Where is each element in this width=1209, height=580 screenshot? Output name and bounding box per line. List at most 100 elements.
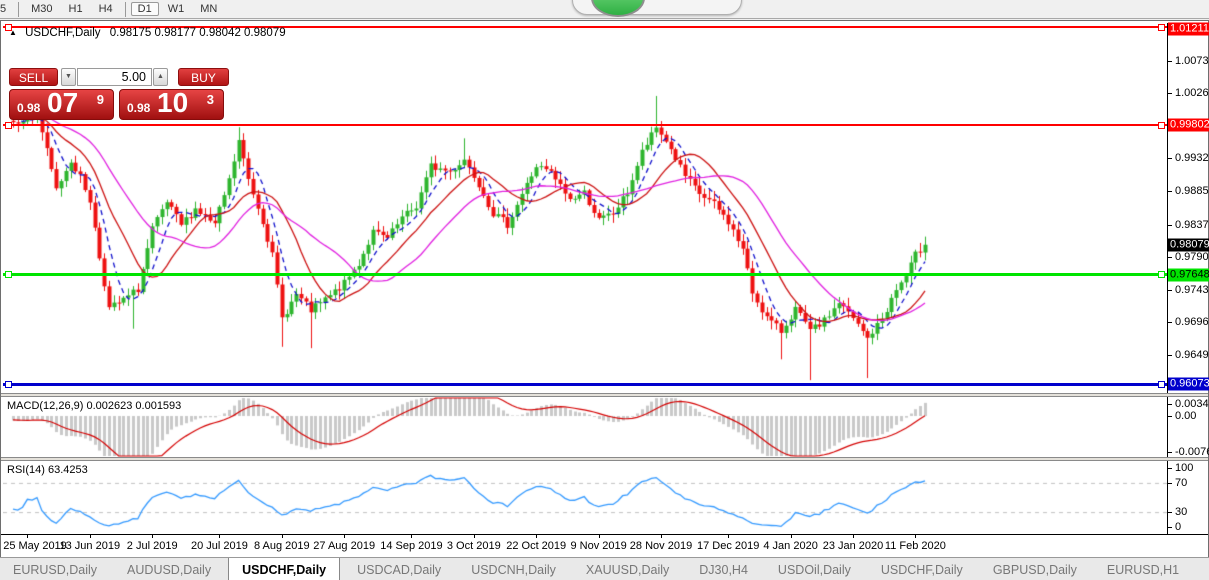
rsi-axis-label: 100 bbox=[1175, 462, 1193, 474]
chart-tab-GBPAUD-H1[interactable]: GBPAUD,H1 bbox=[1196, 558, 1209, 580]
macd-label: MACD(12,26,9) 0.002623 0.001593 bbox=[7, 400, 181, 412]
price-level-label-1.01211: 1.01211 bbox=[1168, 23, 1209, 36]
price-tick-0.9837 bbox=[1167, 225, 1172, 226]
chart-tab-XAUUSD-Daily[interactable]: XAUUSD,Daily bbox=[573, 558, 682, 580]
volume-input[interactable] bbox=[77, 68, 152, 86]
price-level-label-0.98079: 0.98079 bbox=[1168, 238, 1209, 251]
buy-price-sup: 3 bbox=[207, 92, 214, 107]
date-label: 22 Oct 2019 bbox=[506, 540, 566, 552]
date-label: 9 Nov 2019 bbox=[570, 540, 626, 552]
price-tick-0.9743 bbox=[1167, 290, 1172, 291]
rsi-tick bbox=[1167, 483, 1172, 484]
date-tick bbox=[474, 534, 475, 538]
date-label: 8 Aug 2019 bbox=[254, 540, 310, 552]
sell-price-tile[interactable]: 0.98 07 9 bbox=[9, 89, 114, 120]
chart-tab-USDCAD-Daily[interactable]: USDCAD,Daily bbox=[344, 558, 454, 580]
chart-tab-EURUSD-Daily[interactable]: EURUSD,Daily bbox=[0, 558, 110, 580]
toolbar-separator bbox=[18, 2, 19, 17]
chart-tab-AUDUSD-Daily[interactable]: AUDUSD,Daily bbox=[114, 558, 224, 580]
collapse-triangle-icon[interactable]: ▲ bbox=[9, 28, 17, 37]
price-tick-1.0073 bbox=[1167, 61, 1172, 62]
rsi-tick bbox=[1167, 512, 1172, 513]
hline-handle-left[interactable] bbox=[5, 122, 12, 129]
horizontal-line-0.96073[interactable] bbox=[3, 383, 1167, 386]
price-tick-0.9932 bbox=[1167, 158, 1172, 159]
date-label: 20 Jul 2019 bbox=[191, 540, 248, 552]
terminal-screen: 5 M30H1H4 D1W1MN ▲ USDCHF,Daily 0.98175 0.… bbox=[0, 0, 1209, 580]
rsi-canvas[interactable] bbox=[3, 461, 1167, 534]
chart-title: ▲ USDCHF,Daily 0.98175 0.98177 0.98042 0… bbox=[9, 27, 286, 39]
price-tick-1.0026 bbox=[1167, 93, 1172, 94]
macd-axis-label: 0.00 bbox=[1175, 410, 1196, 422]
date-tick bbox=[915, 534, 916, 538]
date-tick bbox=[536, 534, 537, 538]
chart-title-symbol: USDCHF,Daily bbox=[25, 27, 100, 39]
hline-handle-right[interactable] bbox=[1158, 24, 1165, 31]
rsi-axis-label: 30 bbox=[1175, 506, 1187, 518]
price-tick-label: 0.99320 bbox=[1175, 152, 1209, 164]
chart-tab-USDCHF-Daily[interactable]: USDCHF,Daily bbox=[868, 558, 976, 580]
date-label: 28 Nov 2019 bbox=[630, 540, 692, 552]
date-tick bbox=[219, 534, 220, 538]
date-tick bbox=[27, 534, 28, 538]
price-tick-0.9885 bbox=[1167, 191, 1172, 192]
buy-price-base: 0.98 bbox=[127, 101, 150, 115]
date-tick bbox=[661, 534, 662, 538]
rsi-tick bbox=[1167, 468, 1172, 469]
horizontal-line-0.99802[interactable] bbox=[3, 124, 1167, 126]
timeframe-button-MN[interactable]: MN bbox=[193, 2, 224, 16]
date-tick bbox=[344, 534, 345, 538]
horizontal-line-0.97648[interactable] bbox=[3, 273, 1167, 276]
price-tick-label: 0.98850 bbox=[1175, 185, 1209, 197]
sell-price-base: 0.98 bbox=[17, 101, 40, 115]
price-level-label-0.99802: 0.99802 bbox=[1168, 119, 1209, 132]
hline-handle-right[interactable] bbox=[1158, 381, 1165, 388]
date-tick bbox=[599, 534, 600, 538]
rsi-label: RSI(14) 63.4253 bbox=[7, 464, 88, 476]
date-label: 17 Dec 2019 bbox=[697, 540, 759, 552]
chart-tab-USDOil-Daily[interactable]: USDOil,Daily bbox=[765, 558, 864, 580]
price-tick-label: 0.98370 bbox=[1175, 219, 1209, 231]
buy-price-tile[interactable]: 0.98 10 3 bbox=[119, 89, 224, 120]
timeframe-button-H1[interactable]: H1 bbox=[62, 2, 90, 16]
timeframe-button-D1[interactable]: D1 bbox=[131, 2, 159, 16]
rsi-axis-label: 70 bbox=[1175, 477, 1187, 489]
sell-price-big: 07 bbox=[47, 87, 78, 119]
date-tick bbox=[411, 534, 412, 538]
hline-handle-right[interactable] bbox=[1158, 122, 1165, 129]
date-label: 23 Jan 2020 bbox=[823, 540, 884, 552]
price-tick-label: 0.96490 bbox=[1175, 349, 1209, 361]
panel-splitter-rsi[interactable] bbox=[1, 457, 1208, 461]
date-label: 13 Jun 2019 bbox=[60, 540, 121, 552]
price-tick-label: 1.00730 bbox=[1175, 55, 1209, 67]
hline-handle-left[interactable] bbox=[5, 381, 12, 388]
panel-splitter-macd[interactable] bbox=[1, 393, 1208, 397]
timeframe-button-H4[interactable]: H4 bbox=[92, 2, 120, 16]
price-tick-label: 0.97430 bbox=[1175, 284, 1209, 296]
date-tick bbox=[152, 534, 153, 538]
price-tick-label: 1.00260 bbox=[1175, 87, 1209, 99]
price-tick-0.9649 bbox=[1167, 355, 1172, 356]
volume-down-button[interactable]: ▼ bbox=[61, 68, 76, 86]
macd-axis-label: 0.003428 bbox=[1175, 398, 1209, 410]
date-tick bbox=[282, 534, 283, 538]
chart-tab-GBPUSD-Daily[interactable]: GBPUSD,Daily bbox=[980, 558, 1090, 580]
volume-up-button[interactable]: ▲ bbox=[153, 68, 168, 86]
price-level-label-0.96073: 0.96073 bbox=[1168, 378, 1209, 391]
timeframe-button-5[interactable]: 5 bbox=[0, 2, 13, 16]
chart-tab-USDCHF-Daily[interactable]: USDCHF,Daily bbox=[228, 558, 340, 580]
buy-button[interactable]: BUY bbox=[178, 68, 229, 86]
sell-button[interactable]: SELL bbox=[9, 68, 58, 86]
chart-tab-EURUSD-H1[interactable]: EURUSD,H1 bbox=[1094, 558, 1192, 580]
date-tick bbox=[728, 534, 729, 538]
price-tick-label: 0.96960 bbox=[1175, 316, 1209, 328]
chart-tab-DJ30-H4[interactable]: DJ30,H4 bbox=[686, 558, 761, 580]
hline-handle-right[interactable] bbox=[1158, 271, 1165, 278]
macd-tick bbox=[1167, 416, 1172, 417]
chart-tab-USDCNH-Daily[interactable]: USDCNH,Daily bbox=[458, 558, 569, 580]
date-label: 11 Feb 2020 bbox=[885, 540, 946, 552]
timeframe-button-W1[interactable]: W1 bbox=[161, 2, 192, 16]
hline-handle-left[interactable] bbox=[5, 271, 12, 278]
date-label: 25 May 2019 bbox=[3, 540, 67, 552]
timeframe-button-M30[interactable]: M30 bbox=[24, 2, 59, 16]
